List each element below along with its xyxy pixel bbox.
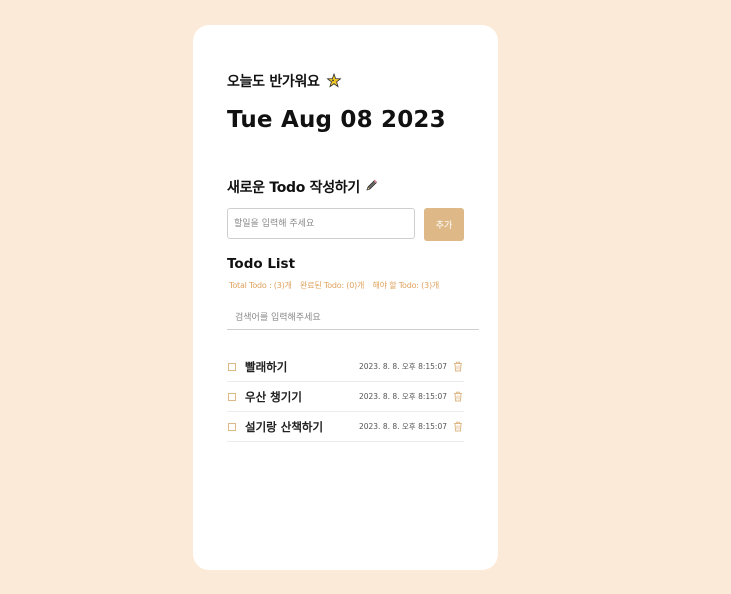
- todo-text: 빨래하기: [245, 359, 288, 374]
- list-item: 우산 챙기기 2023. 8. 8. 오후 8:15:07: [227, 382, 464, 412]
- todo-text: 설기랑 산책하기: [245, 419, 324, 434]
- trash-icon[interactable]: [453, 421, 463, 432]
- total-count: Total Todo : (3)개: [229, 281, 292, 290]
- todo-checkbox[interactable]: [228, 422, 236, 431]
- done-count: 완료된 Todo: (0)개: [300, 281, 365, 290]
- trash-icon[interactable]: [453, 361, 463, 372]
- todo-list: 빨래하기 2023. 8. 8. 오후 8:15:07 우산 챙기기 2023.…: [227, 352, 464, 442]
- todo-date: 2023. 8. 8. 오후 8:15:07: [358, 422, 447, 431]
- new-todo-heading: 새로운 Todo 작성하기: [227, 177, 378, 197]
- trash-icon[interactable]: [453, 391, 463, 402]
- todo-list-title: Todo List: [227, 256, 296, 272]
- list-item: 빨래하기 2023. 8. 8. 오후 8:15:07: [227, 352, 464, 382]
- search-input[interactable]: [227, 306, 479, 330]
- current-date: Tue Aug 08 2023: [227, 107, 446, 133]
- add-todo-button[interactable]: 추가: [424, 208, 464, 241]
- sparkle-bird-icon: [326, 73, 342, 89]
- todo-text: 우산 챙기기: [245, 389, 302, 404]
- list-item: 설기랑 산책하기 2023. 8. 8. 오후 8:15:07: [227, 412, 464, 442]
- todo-date: 2023. 8. 8. 오후 8:15:07: [358, 362, 447, 371]
- todo-checkbox[interactable]: [228, 392, 236, 401]
- todo-card: 오늘도 반가워요 Tue Aug 08 2023 새로운 Todo 작성하기 추…: [193, 25, 498, 570]
- new-todo-input[interactable]: [227, 208, 415, 239]
- todo-date: 2023. 8. 8. 오후 8:15:07: [358, 392, 447, 401]
- greeting: 오늘도 반가워요: [227, 71, 342, 91]
- pencil-icon: [365, 179, 378, 196]
- new-todo-title: 새로운 Todo 작성하기: [227, 180, 360, 196]
- todo-checkbox[interactable]: [228, 362, 236, 371]
- remaining-count: 해야 할 Todo: (3)개: [372, 281, 440, 290]
- todo-stats: Total Todo : (3)개 완료된 Todo: (0)개 해야 할 To…: [229, 280, 445, 291]
- greeting-text: 오늘도 반가워요: [227, 74, 320, 90]
